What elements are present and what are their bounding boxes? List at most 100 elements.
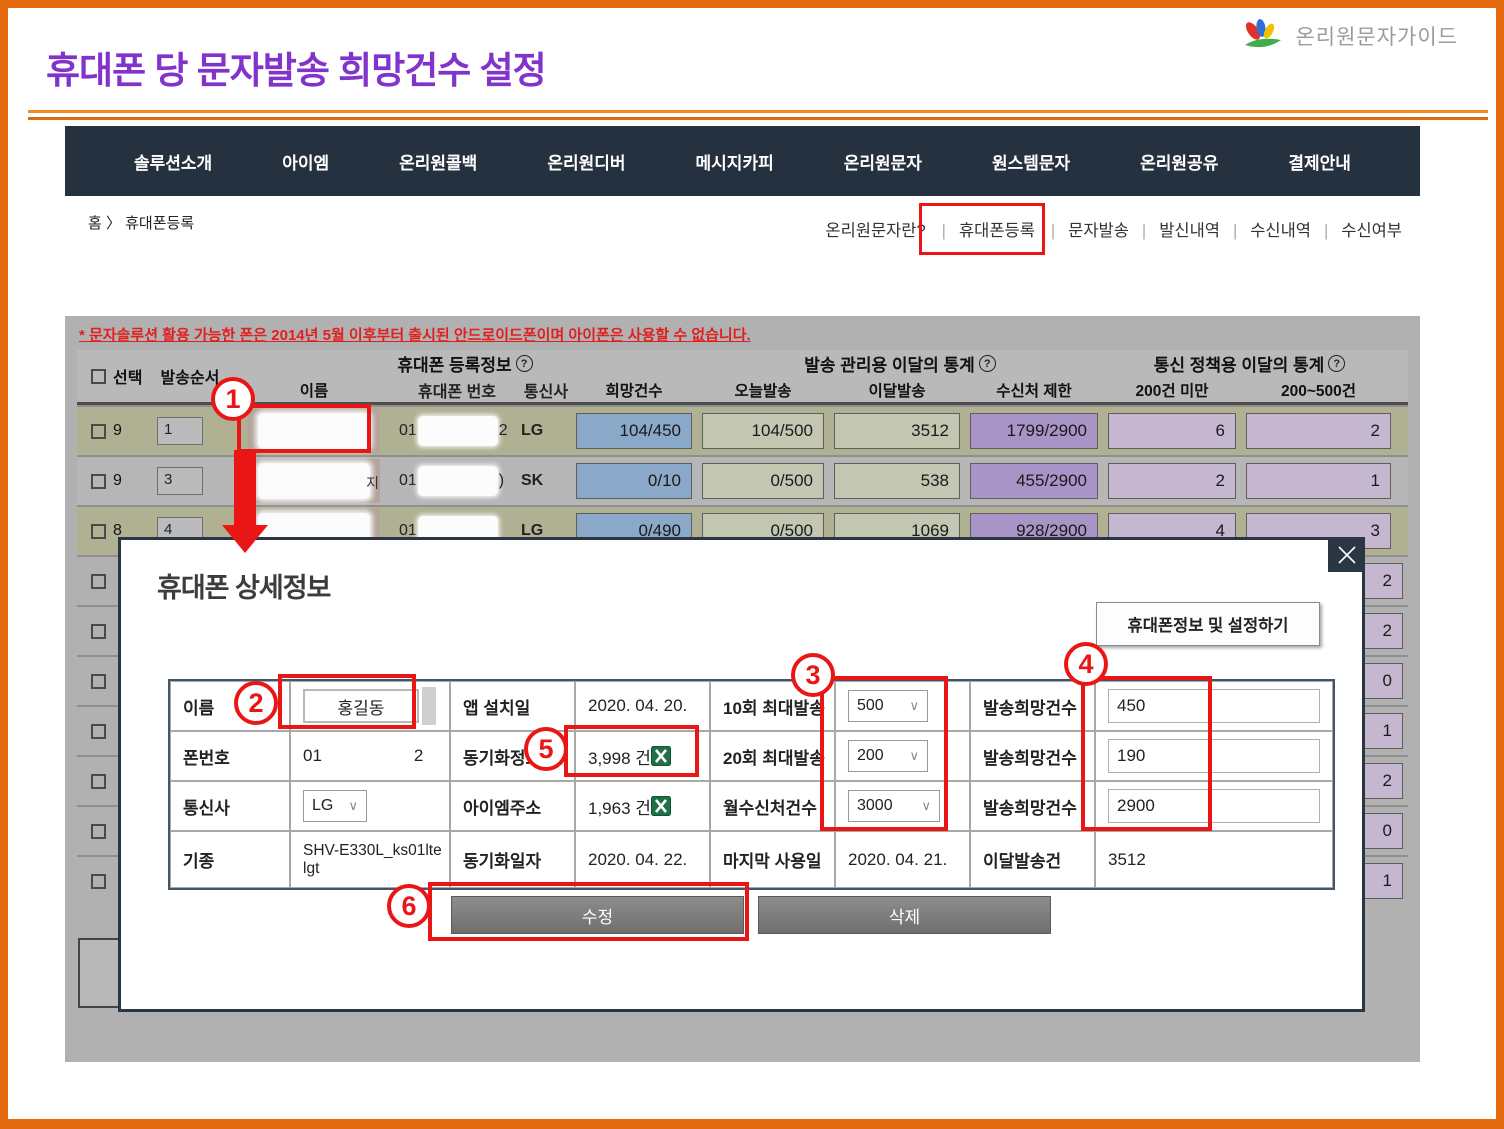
- help-icon[interactable]: ?: [979, 355, 996, 372]
- name-cell[interactable]: [248, 409, 380, 453]
- subnav-item-received-history[interactable]: 수신내역: [1220, 217, 1311, 241]
- annotation-circle-5: 5: [524, 727, 568, 771]
- help-icon[interactable]: ?: [516, 355, 533, 372]
- header-hope: 희망건수: [571, 377, 697, 402]
- last-used-value: 2020. 04. 21.: [835, 831, 970, 888]
- header-reg-group: 휴대폰 등록정보: [397, 351, 511, 376]
- app-install-date-value: 2020. 04. 20.: [575, 681, 710, 731]
- blurred-name: [258, 413, 370, 449]
- nav-item-onestepsms[interactable]: 원스템문자: [992, 149, 1070, 174]
- nav-item-im[interactable]: 아이엠: [282, 149, 329, 174]
- under200-cell: 2: [1108, 463, 1236, 499]
- row-checkbox[interactable]: [91, 474, 106, 489]
- chevron-down-icon: ∨: [909, 698, 919, 714]
- header-name: 이름: [233, 377, 395, 402]
- monthly-receivers-select[interactable]: 3000∨: [848, 790, 940, 822]
- excel-icon[interactable]: [651, 796, 671, 816]
- field-label-im-address: 아이엠주소: [450, 781, 575, 831]
- hope-count-input[interactable]: [1108, 689, 1320, 723]
- row-checkbox[interactable]: [91, 524, 106, 539]
- table-header: 선택 발송순서 휴대폰 등록정보 ? 이름 휴대폰 번호 통신사 희망건수 발송…: [77, 350, 1408, 405]
- modal-title: 휴대폰 상세정보: [157, 566, 330, 605]
- row-checkbox[interactable]: [91, 574, 106, 589]
- header-select: 선택: [113, 364, 142, 388]
- header-month: 이달발송: [829, 377, 965, 402]
- table-row: 9 3 지 01) SK 0/10 0/500 538 455/2900 2 1: [77, 455, 1408, 505]
- select-all-checkbox[interactable]: [91, 369, 106, 384]
- field-label-hope-count: 발송희망건수: [970, 681, 1095, 731]
- field-label-month-sent: 이달발송건: [970, 831, 1095, 888]
- subnav-item-about[interactable]: 온리원문자란?: [825, 217, 925, 241]
- name-input[interactable]: [303, 689, 419, 723]
- phone-info-settings-button[interactable]: 휴대폰정보 및 설정하기: [1096, 602, 1320, 646]
- send-order-input[interactable]: 3: [157, 467, 203, 495]
- nav-item-callback[interactable]: 온리원콜백: [399, 149, 477, 174]
- subnav: 온리원문자란? 휴대폰등록 문자발송 발신내역 수신내역 수신여부: [825, 214, 1402, 244]
- subnav-item-receive-status[interactable]: 수신여부: [1311, 217, 1402, 241]
- row-checkbox[interactable]: [91, 624, 106, 639]
- name-cell[interactable]: 지: [248, 459, 380, 503]
- carrier-select[interactable]: LG∨: [303, 790, 367, 822]
- nav-item-solution[interactable]: 솔루션소개: [134, 149, 212, 174]
- subnav-item-sent-history[interactable]: 발신내역: [1129, 217, 1220, 241]
- slide-bottom-bar: [0, 1119, 1504, 1129]
- subnav-item-send-sms[interactable]: 문자발송: [1038, 217, 1129, 241]
- row-checkbox[interactable]: [91, 874, 106, 889]
- chevron-down-icon: ∨: [909, 748, 919, 764]
- breadcrumb[interactable]: 홈 〉 휴대폰등록: [88, 212, 194, 233]
- nav-item-share[interactable]: 온리원공유: [1140, 149, 1218, 174]
- field-label-model: 기종: [170, 831, 290, 888]
- hope-count-cell: 0/10: [576, 463, 692, 499]
- max10-select[interactable]: 500∨: [848, 690, 928, 722]
- carrier-cell: SK: [515, 457, 571, 505]
- nav-item-messagecopy[interactable]: 메시지카피: [696, 149, 774, 174]
- header-carrier: 통신사: [515, 377, 571, 402]
- im-address-value: 1,963 건: [575, 781, 710, 831]
- annotation-circle-2: 2: [234, 681, 278, 725]
- field-label-phone-number: 폰번호: [170, 731, 290, 781]
- hope-count-input[interactable]: [1108, 789, 1320, 823]
- delete-button[interactable]: 삭제: [758, 896, 1051, 934]
- field-label-monthly-receivers: 월수신처건수: [710, 781, 835, 831]
- hope-count-input[interactable]: [1108, 739, 1320, 773]
- field-label-hope-count: 발송희망건수: [970, 781, 1095, 831]
- row-checkbox[interactable]: [91, 424, 106, 439]
- carrier-cell: LG: [515, 407, 571, 455]
- close-icon[interactable]: [1328, 537, 1365, 572]
- header-policy-stats-group: 통신 정책용 이달의 통계: [1154, 351, 1325, 376]
- brand-logo: 온리원문자가이드: [1241, 18, 1458, 54]
- nav-item-onlyonesms[interactable]: 온리원문자: [844, 149, 922, 174]
- header-under200: 200건 미만: [1103, 377, 1241, 402]
- nav-item-diver[interactable]: 온리원디버: [547, 149, 625, 174]
- field-label-app-install-date: 앱 설치일: [450, 681, 575, 731]
- receiver-limit-cell: 455/2900: [970, 463, 1098, 499]
- annotation-circle-3: 3: [791, 653, 835, 697]
- phone-cell: 01): [395, 457, 515, 505]
- header-phone: 휴대폰 번호: [395, 377, 515, 402]
- today-sent-cell: 0/500: [702, 463, 824, 499]
- table-row: 9 1 012 LG 104/450 104/500 3512 1799/290…: [77, 405, 1408, 455]
- row-checkbox[interactable]: [91, 674, 106, 689]
- r200-500-cell: 2: [1246, 413, 1391, 449]
- phone-detail-table: 이름 앱 설치일 2020. 04. 20. 10회 최대발송 500∨ 발송희…: [168, 679, 1335, 890]
- row-checkbox[interactable]: [91, 824, 106, 839]
- row-checkbox[interactable]: [91, 724, 106, 739]
- annotation-circle-4: 4: [1064, 642, 1108, 686]
- brand-logo-text: 온리원문자가이드: [1295, 21, 1458, 51]
- edit-button[interactable]: 수정: [451, 896, 744, 934]
- blurred-phone: [418, 416, 498, 446]
- receiver-limit-cell: 1799/2900: [970, 413, 1098, 449]
- nav-item-payment[interactable]: 결제안내: [1288, 149, 1351, 174]
- field-label-carrier: 통신사: [170, 781, 290, 831]
- field-label-last-used: 마지막 사용일: [710, 831, 835, 888]
- excel-icon[interactable]: [651, 746, 671, 766]
- blurred-name: [258, 463, 370, 499]
- max20-select[interactable]: 200∨: [848, 740, 928, 772]
- help-icon[interactable]: ?: [1328, 355, 1345, 372]
- month-sent-value: 3512: [1095, 831, 1333, 888]
- row-checkbox[interactable]: [91, 774, 106, 789]
- phone-number-value: 012: [290, 731, 450, 781]
- send-order-input[interactable]: 1: [157, 417, 203, 445]
- subnav-item-phone-register[interactable]: 휴대폰등록: [919, 203, 1045, 255]
- phone-detail-modal: 휴대폰 상세정보 휴대폰정보 및 설정하기 이름 앱 설치일 2020. 04.…: [118, 537, 1365, 1012]
